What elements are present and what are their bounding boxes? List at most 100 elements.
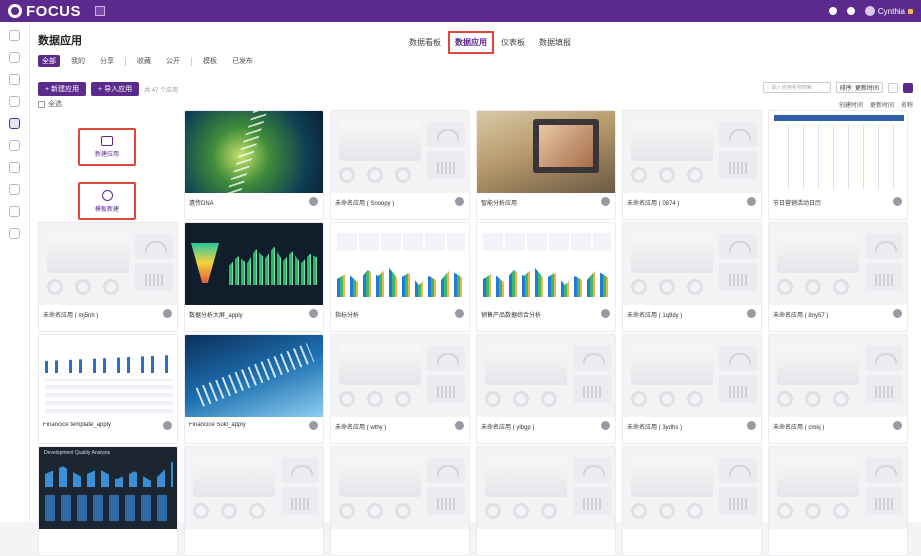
card-thumbnail [331,335,469,417]
blank-create-label: 新建应用 [94,152,119,158]
more-icon[interactable] [163,309,172,318]
card-thumbnail [331,447,469,529]
app-card[interactable]: Financice Sukl_apply [184,334,324,444]
card-thumbnail [39,335,177,417]
grid-view-icon[interactable] [903,82,913,93]
card-thumbnail [477,335,615,417]
tab-dashboard[interactable]: 数据看板 [406,35,444,50]
app-card[interactable]: 未命名应用 ( mj5nh ) [38,222,178,332]
right-toolbar: ○ 输入应用名称搜索 排序: 更新时间 [762,82,913,93]
app-card[interactable]: Development Quality Analysis [38,446,178,556]
filter-all[interactable]: 全部 [38,55,60,67]
more-icon[interactable] [309,421,318,430]
more-icon[interactable] [601,421,610,430]
filter-favorite[interactable]: 收藏 [133,55,155,67]
create-app-button[interactable]: + 新建应用 [38,82,87,96]
template-create-button[interactable]: 模板新建 [78,182,136,220]
more-icon[interactable] [455,421,464,430]
more-icon[interactable] [747,309,756,318]
app-card[interactable]: 未命名应用 ( 1q9dy ) [622,222,762,332]
data-icon[interactable] [9,52,20,63]
app-card[interactable]: 销售产品数据综合分析 [476,222,616,332]
help-icon[interactable] [846,7,855,15]
sort-select[interactable]: 排序: 更新时间 [835,82,883,93]
notification-icon[interactable] [828,7,837,15]
app-card[interactable]: 未命名应用 ( 3ydhs ) [622,334,762,444]
app-card[interactable] [622,446,762,556]
app-card[interactable]: 未命名应用 ( 0874 ) [622,110,762,220]
more-icon[interactable] [747,197,756,206]
app-card[interactable]: 未命名应用 ( ylbgp ) [476,334,616,444]
tab-data-entry[interactable]: 数据填报 [536,35,574,50]
filter-shared[interactable]: 分享 [96,55,118,67]
app-card[interactable]: 指标分析 [330,222,470,332]
filter-mine[interactable]: 我的 [67,55,89,67]
more-icon[interactable] [747,421,756,430]
app-card[interactable]: 未命名应用 ( Snoopy ) [330,110,470,220]
chevron-down-icon [908,8,913,14]
app-card[interactable]: Financice template_apply [38,334,178,444]
card-thumbnail [331,111,469,193]
app-card[interactable]: 未命名应用 ( 8ny57 ) [768,222,908,332]
more-icon[interactable] [309,197,318,206]
app-card[interactable]: 智能分析应用 [476,110,616,220]
blank-create-button[interactable]: 新建应用 [78,128,136,166]
tab-data-apps[interactable]: 数据应用 [448,31,494,54]
user-menu[interactable]: Cynthia [864,6,913,16]
app-card[interactable] [184,446,324,556]
card-thumbnail [331,223,469,305]
filter-template[interactable]: 模板 [199,55,221,67]
history-icon[interactable] [9,184,20,195]
filter-public[interactable]: 公开 [162,55,184,67]
card-thumbnail [769,111,907,193]
more-icon[interactable] [309,309,318,318]
app-card[interactable] [330,446,470,556]
app-card[interactable]: 节日营销活动日历 [768,110,908,220]
analysis-icon[interactable] [9,96,20,107]
card-thumbnail [477,223,615,305]
model-icon[interactable] [9,74,20,85]
filter-published[interactable]: 已发布 [228,55,257,67]
card-title: 未命名应用 ( 0874 ) [627,201,680,207]
tab-panels[interactable]: 仪表板 [498,35,528,50]
menu-toggle-icon[interactable] [95,6,105,16]
app-card[interactable]: 数据分析大屏_apply [184,222,324,332]
app-icon[interactable] [9,118,20,129]
share-icon[interactable] [9,162,20,173]
more-icon[interactable] [893,421,902,430]
more-icon[interactable] [163,421,172,430]
monitor-icon [101,136,113,146]
card-title: 销售产品数据综合分析 [481,313,542,319]
card-title: Financice template_apply [43,422,112,428]
sort-name[interactable]: 名称 [901,100,913,109]
card-thumbnail [769,223,907,305]
sort-updated[interactable]: 更新时间 [870,100,894,109]
select-all[interactable]: 全选 [38,99,62,109]
app-count: 共 47 个应用 [144,87,179,94]
more-icon[interactable] [893,197,902,206]
list-view-icon[interactable] [888,82,898,93]
more-icon[interactable] [455,309,464,318]
search-input[interactable]: ○ 输入应用名称搜索 [762,82,831,93]
home-icon[interactable] [9,30,20,41]
logo-icon [8,4,22,18]
more-icon[interactable] [601,197,610,206]
users-icon[interactable] [9,206,20,217]
app-card[interactable]: 未命名应用 ( cmkj ) [768,334,908,444]
app-card[interactable]: 遗传DNA [184,110,324,220]
app-card[interactable]: 未命名应用 ( wthy ) [330,334,470,444]
card-thumbnail [769,335,907,417]
report-icon[interactable] [9,140,20,151]
more-icon[interactable] [455,197,464,206]
app-card[interactable] [476,446,616,556]
more-icon[interactable] [601,309,610,318]
app-card[interactable] [768,446,908,556]
settings-icon[interactable] [9,228,20,239]
thumb-title: Development Quality Analysis [44,450,111,456]
card-thumbnail [185,111,323,193]
import-app-button[interactable]: + 导入应用 [91,82,140,96]
action-bar: + 新建应用 + 导入应用 共 47 个应用 [38,82,178,96]
checkbox[interactable] [38,100,45,108]
more-icon[interactable] [893,309,902,318]
sort-created[interactable]: 创建时间 [839,100,863,109]
